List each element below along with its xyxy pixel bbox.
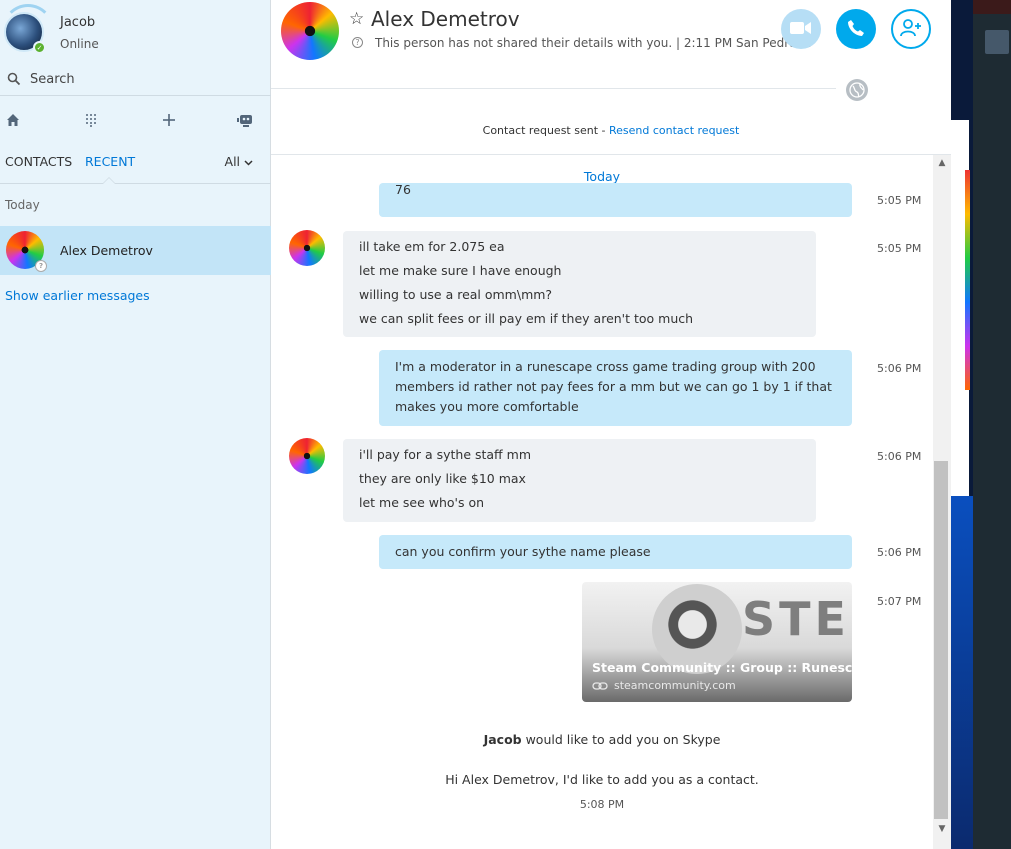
avatar-image — [289, 438, 325, 474]
message-line: can you confirm your sythe name please — [395, 544, 651, 559]
sidebar-item-alex-demetrov[interactable]: ? Alex Demetrov — [0, 226, 271, 275]
contact-tabs: CONTACTS RECENT All — [0, 150, 271, 184]
incoming-message[interactable]: ill take em for 2.075 ea let me make sur… — [343, 231, 816, 337]
add-contact-icon — [900, 18, 922, 40]
video-call-icon — [790, 21, 812, 38]
profile-header[interactable]: ✓ Jacob Online — [0, 0, 271, 64]
message-time: 5:07 PM — [877, 595, 922, 608]
dialpad-icon[interactable] — [81, 110, 101, 130]
link-icon — [592, 680, 608, 694]
call-icon — [847, 19, 865, 40]
incoming-message[interactable]: i'll pay for a sythe staff mm they are o… — [343, 439, 816, 522]
message-time: 5:06 PM — [877, 546, 922, 559]
recent-group-label: Today — [5, 198, 40, 212]
scrollbar-thumb[interactable] — [934, 461, 948, 819]
requester-name: Jacob — [483, 732, 522, 747]
message-time: 5:06 PM — [877, 362, 922, 375]
scroll-up-icon[interactable]: ▲ — [937, 158, 947, 168]
link-preview-card[interactable]: STE Steam Community :: Group :: Runesca.… — [582, 582, 852, 702]
window-edge — [973, 0, 1011, 14]
chat-scrollbar[interactable]: ▲ ▼ — [933, 155, 951, 849]
link-preview-title: Steam Community :: Group :: Runesca... — [592, 660, 852, 675]
message-time: 5:05 PM — [877, 242, 922, 255]
header-divider — [271, 88, 836, 89]
online-status-icon: ✓ — [33, 41, 46, 54]
search-box[interactable]: Search — [0, 66, 271, 96]
add-request-text: would like to add you on Skype — [521, 732, 721, 747]
profile-name: Jacob — [60, 15, 96, 30]
message-line: willing to use a real omm\mm? — [359, 287, 553, 302]
avatar-ring — [2, 4, 54, 56]
background-window-image — [965, 170, 970, 390]
search-label: Search — [30, 72, 75, 87]
chevron-down-icon — [244, 154, 253, 169]
desktop-strip — [973, 0, 1011, 849]
filter-label: All — [224, 154, 241, 169]
bot-icon[interactable] — [236, 110, 256, 130]
sidebar-toolbar — [0, 104, 271, 136]
avatar-image — [289, 230, 325, 266]
message-line: members id rather not pay fees for a mm … — [395, 379, 832, 394]
message-line: ill take em for 2.075 ea — [359, 239, 505, 254]
home-icon[interactable] — [3, 110, 23, 130]
audio-call-button[interactable] — [836, 9, 876, 49]
desktop-wallpaper — [951, 496, 973, 849]
message-list[interactable]: Today 76 5:05 PM ill take em for 2.075 e… — [271, 155, 933, 849]
link-preview-url: steamcommunity.com — [614, 679, 736, 692]
star-icon[interactable]: ☆ — [349, 9, 364, 29]
message-text: 76 — [395, 183, 411, 197]
info-icon: ? — [352, 37, 363, 48]
conversation-pane: ☆ Alex Demetrov ? This person has not sh… — [271, 0, 951, 849]
day-marker: Today — [583, 169, 621, 184]
outgoing-message[interactable]: 76 — [379, 183, 852, 217]
tab-contacts[interactable]: CONTACTS — [5, 154, 72, 169]
resend-request-link[interactable]: Resend contact request — [609, 124, 739, 137]
profile-status[interactable]: Online — [60, 37, 99, 51]
conversation-header: ☆ Alex Demetrov ? This person has not sh… — [271, 0, 951, 101]
add-request-notice: Jacob would like to add you on Skype — [271, 732, 933, 747]
conversation-subtitle: This person has not shared their details… — [375, 36, 812, 50]
add-contact-button[interactable] — [891, 9, 931, 49]
message-line: i'll pay for a sythe staff mm — [359, 447, 531, 462]
video-call-button[interactable] — [781, 9, 821, 49]
conversation-title[interactable]: Alex Demetrov — [371, 7, 520, 31]
sender-avatar[interactable] — [289, 438, 325, 474]
scroll-down-icon[interactable]: ▼ — [937, 824, 947, 834]
contact-avatar: ? — [6, 231, 47, 272]
preview-image-text: STE — [742, 592, 850, 646]
unknown-status-icon: ? — [35, 260, 47, 272]
avatar-image — [281, 2, 339, 60]
message-line: makes you more comfortable — [395, 399, 579, 414]
profile-avatar[interactable]: ✓ — [2, 4, 54, 54]
tab-recent[interactable]: RECENT — [85, 154, 135, 169]
desktop-app-icon[interactable] — [985, 30, 1009, 54]
message-line: let me make sure I have enough — [359, 263, 562, 278]
contact-name: Alex Demetrov — [60, 243, 153, 258]
message-line: let me see who's on — [359, 495, 485, 510]
message-line: we can split fees or ill pay em if they … — [359, 311, 694, 326]
sidebar: ✓ Jacob Online Search CONTACTS RECENT Al… — [0, 0, 271, 849]
add-request-greeting: Hi Alex Demetrov, I'd like to add you as… — [445, 772, 759, 787]
conversation-avatar[interactable] — [281, 2, 341, 62]
search-icon — [7, 72, 21, 89]
add-icon[interactable] — [159, 110, 179, 130]
message-line: they are only like $10 max — [359, 471, 526, 486]
filter-dropdown[interactable]: All — [225, 154, 253, 169]
contact-request-bar: Contact request sent - Resend contact re… — [271, 124, 951, 137]
message-time: 5:06 PM — [877, 450, 922, 463]
desktop-background — [951, 0, 1011, 849]
active-tab-indicator — [102, 177, 116, 184]
outgoing-message[interactable]: I'm a moderator in a runescape cross gam… — [379, 350, 852, 426]
message-time: 5:05 PM — [877, 194, 922, 207]
message-line: I'm a moderator in a runescape cross gam… — [395, 359, 816, 374]
sender-avatar[interactable] — [289, 230, 325, 266]
show-earlier-messages-link[interactable]: Show earlier messages — [5, 288, 150, 303]
system-message-time: 5:08 PM — [579, 798, 625, 811]
globe-icon[interactable] — [846, 79, 868, 101]
outgoing-message[interactable]: can you confirm your sythe name please — [379, 535, 852, 569]
request-status-text: Contact request sent - — [482, 124, 609, 137]
